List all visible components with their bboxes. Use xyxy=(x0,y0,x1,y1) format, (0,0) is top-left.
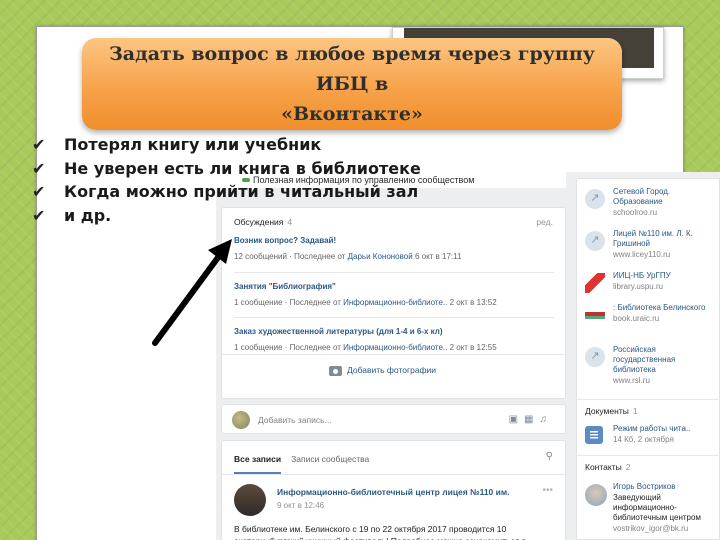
pointer-arrow-icon xyxy=(152,239,232,346)
